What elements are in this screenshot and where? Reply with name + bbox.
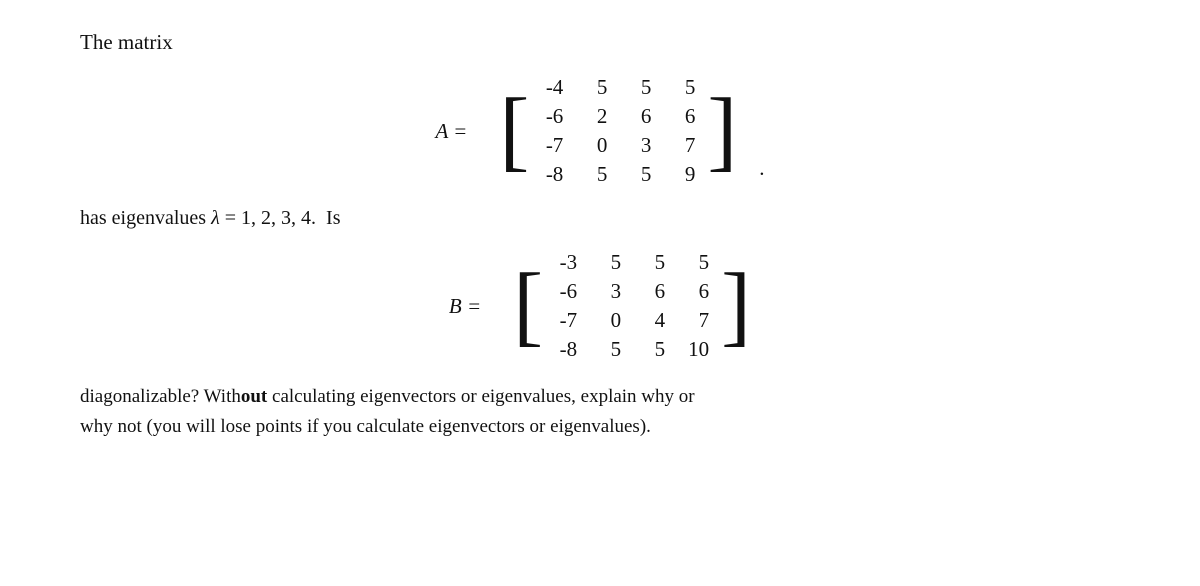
matrix-cell: 0 (599, 308, 621, 333)
matrix-cell: 5 (599, 250, 621, 275)
matrix-cell: 6 (673, 104, 695, 129)
matrix-cell: 5 (585, 75, 607, 100)
matrix-cell: 5 (643, 337, 665, 362)
matrix-cell: -4 (541, 75, 563, 100)
matrix-cell: 7 (673, 133, 695, 158)
matrix-cell: 3 (599, 279, 621, 304)
matrix-cell: 0 (585, 133, 607, 158)
matrix-cell: -7 (541, 133, 563, 158)
matrix-cell: 7 (687, 308, 709, 333)
bracket-right-b: ] (721, 261, 751, 351)
matrix-cell: -8 (541, 162, 563, 187)
matrix-cell: 10 (687, 337, 709, 362)
matrix-cell: 5 (599, 337, 621, 362)
matrix-cell: 5 (585, 162, 607, 187)
eigenvalues-line: has eigenvalues λ = 1, 2, 3, 4. Is (80, 207, 1120, 230)
matrix-a: [ -4555-6266-7037-8559 ] (499, 73, 737, 189)
matrix-cell: 5 (643, 250, 665, 275)
matrix-cell: 4 (643, 308, 665, 333)
why-not-line: why not (you will lose points if you cal… (80, 416, 651, 437)
matrix-cell: -6 (555, 279, 577, 304)
matrix-cell: 6 (629, 104, 651, 129)
matrix-cell: 9 (673, 162, 695, 187)
matrix-cell: -3 (555, 250, 577, 275)
matrix-cell: 5 (687, 250, 709, 275)
matrix-a-block: A = [ -4555-6266-7037-8559 ] . (80, 73, 1120, 189)
bracket-right-a: ] (707, 86, 737, 176)
matrix-b: [ -3555-6366-7047-85510 ] (513, 248, 751, 364)
matrix-b-label: B = (449, 294, 481, 319)
title: The matrix (80, 30, 1120, 55)
main-content: The matrix A = [ -4555-6266-7037-8559 ] … (80, 30, 1120, 443)
bracket-left-b: [ (513, 261, 543, 351)
matrix-a-grid: -4555-6266-7037-8559 (529, 73, 707, 189)
final-text: diagonalizable? Without calculating eige… (80, 382, 1120, 443)
matrix-b-grid: -3555-6366-7047-85510 (543, 248, 721, 364)
matrix-cell: 6 (643, 279, 665, 304)
matrix-cell: 3 (629, 133, 651, 158)
matrix-cell: 6 (687, 279, 709, 304)
matrix-cell: 5 (673, 75, 695, 100)
matrix-cell: -6 (541, 104, 563, 129)
matrix-cell: 5 (629, 75, 651, 100)
matrix-a-dot: . (759, 156, 764, 189)
matrix-cell: 5 (629, 162, 651, 187)
matrix-cell: -7 (555, 308, 577, 333)
matrix-cell: 2 (585, 104, 607, 129)
matrix-cell: -8 (555, 337, 577, 362)
matrix-a-label: A = (435, 119, 467, 144)
matrix-b-block: B = [ -3555-6366-7047-85510 ] (80, 248, 1120, 364)
bracket-left-a: [ (499, 86, 529, 176)
bold-out: out (241, 386, 267, 407)
